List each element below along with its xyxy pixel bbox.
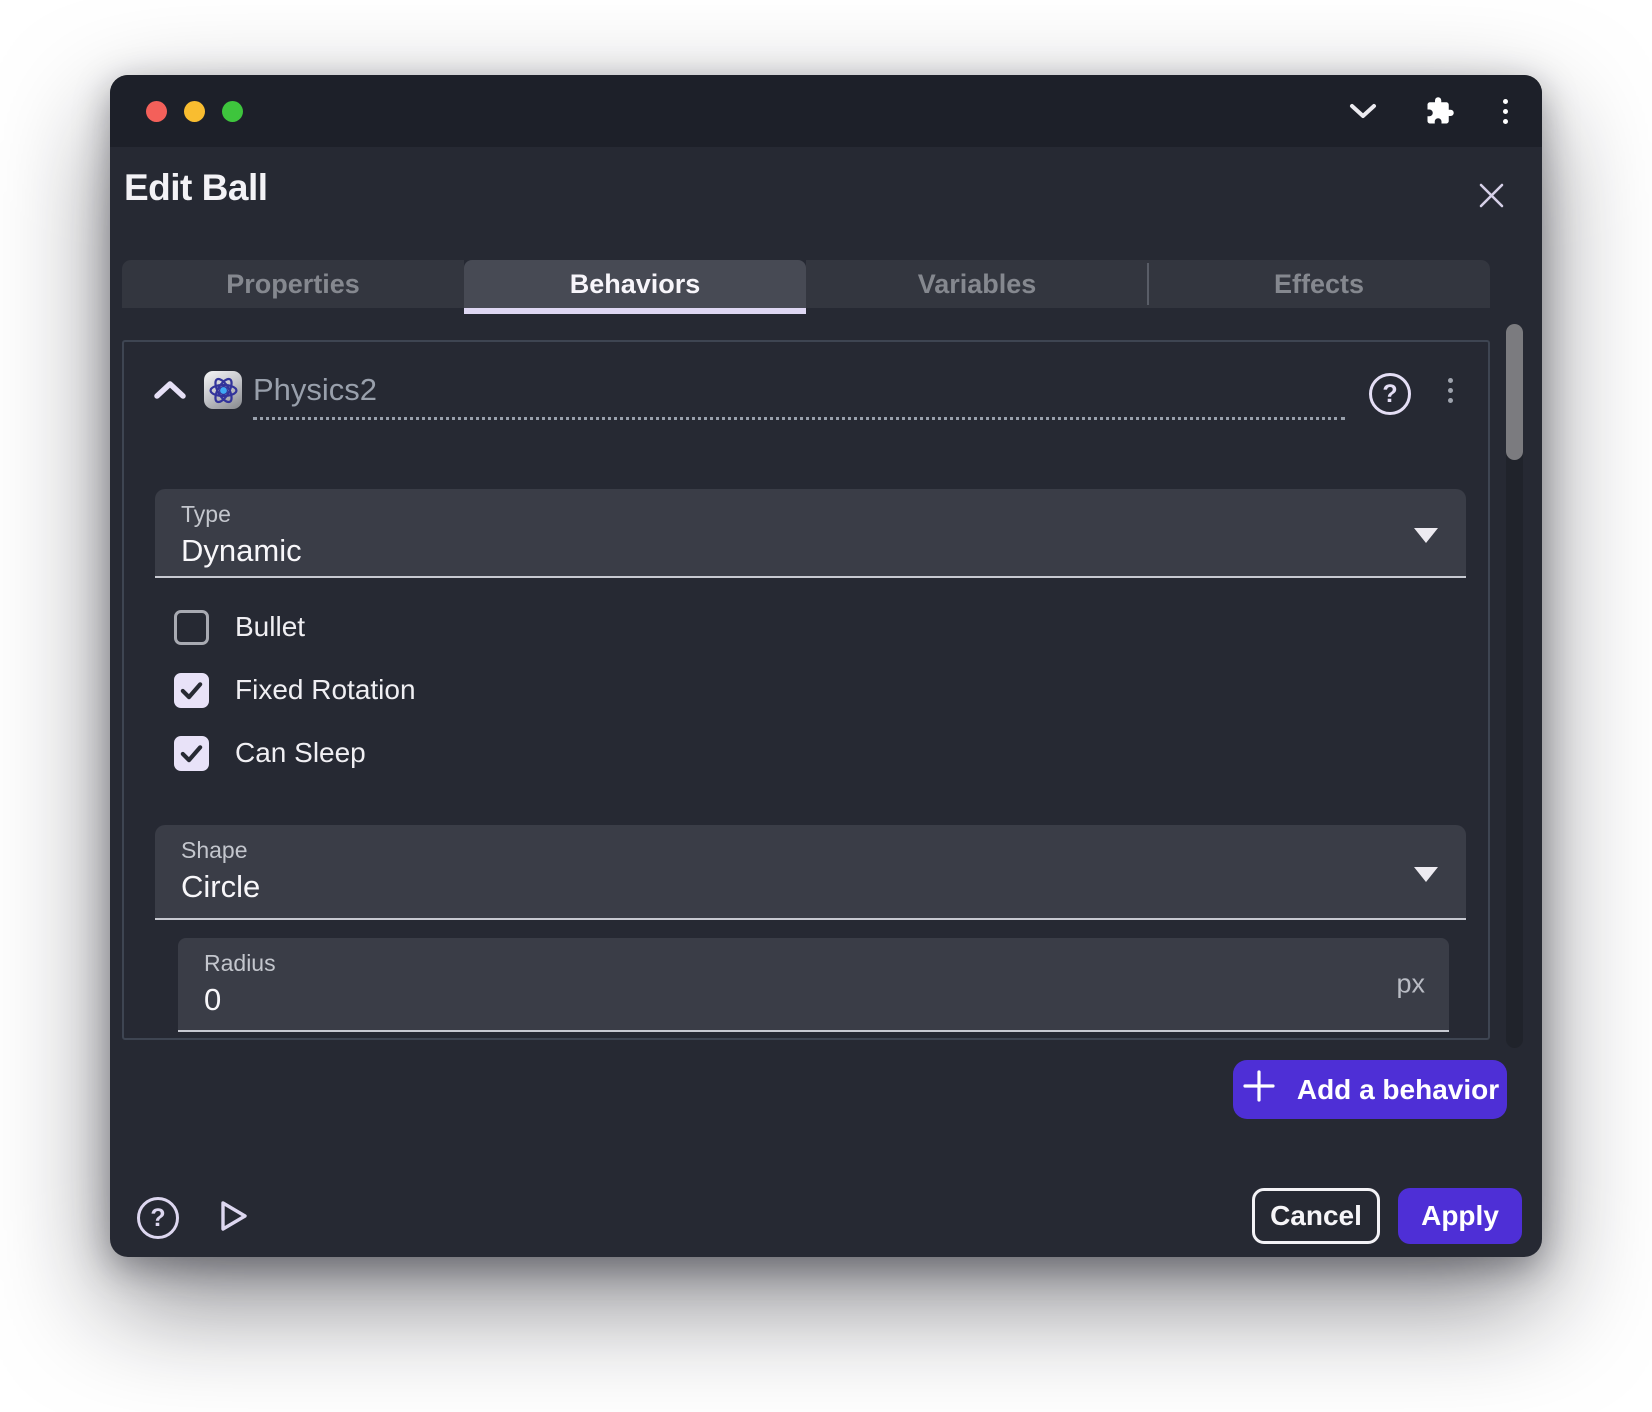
tab-properties[interactable]: Properties [122,260,464,308]
checkbox-label: Bullet [235,611,305,643]
tab-variables[interactable]: Variables [806,260,1148,308]
checkbox-icon [174,736,209,771]
titlebar-actions [1349,75,1508,147]
tab-bar: Properties Behaviors Variables Effects [122,260,1490,314]
apply-button[interactable]: Apply [1398,1188,1522,1244]
page: Edit Ball Properties Behaviors Variables… [0,0,1652,1412]
dropdown-caret-icon [1414,528,1438,543]
tab-effects[interactable]: Effects [1148,260,1490,308]
behavior-menu-button[interactable] [1448,378,1453,403]
plus-icon [1241,1068,1277,1111]
minimize-window-button[interactable] [184,101,205,122]
cancel-label: Cancel [1270,1200,1362,1232]
kebab-menu-icon[interactable] [1503,99,1508,124]
radius-value: 0 [204,982,1449,1018]
checkbox-label: Can Sleep [235,737,366,769]
behaviors-panel: Physics2 ? Type Dynamic Bullet Fixed [122,340,1490,1040]
checkbox-label: Fixed Rotation [235,674,416,706]
dialog-title: Edit Ball [124,167,268,209]
behavior-help-button[interactable]: ? [1369,373,1411,415]
shape-label: Shape [181,837,1466,864]
tab-label: Effects [1274,269,1364,300]
checkbox-bullet[interactable]: Bullet [174,607,305,647]
close-icon [1476,180,1507,216]
traffic-lights [146,101,243,122]
chevron-down-icon[interactable] [1349,103,1377,120]
dropdown-caret-icon [1414,867,1438,882]
scrollbar-track[interactable] [1506,324,1523,1048]
close-dialog-button[interactable] [1472,179,1510,217]
tab-behaviors[interactable]: Behaviors [464,260,806,308]
close-window-button[interactable] [146,101,167,122]
physics-atom-icon [204,371,242,409]
type-dropdown[interactable]: Type Dynamic [155,489,1466,578]
tab-label: Behaviors [570,269,701,300]
checkbox-icon [174,610,209,645]
help-button[interactable]: ? [137,1197,179,1239]
cancel-button[interactable]: Cancel [1252,1188,1380,1244]
collapse-behavior-button[interactable] [150,376,190,408]
preview-button[interactable] [210,1197,252,1239]
checkbox-icon [174,673,209,708]
type-label: Type [181,501,1466,528]
extensions-icon[interactable] [1425,96,1455,126]
question-icon: ? [1382,380,1397,409]
play-icon [211,1196,251,1241]
tab-label: Variables [918,269,1037,300]
tab-label: Properties [226,269,360,300]
add-behavior-button[interactable]: Add a behavior [1233,1060,1507,1119]
radius-label: Radius [204,950,1449,977]
apply-label: Apply [1421,1200,1499,1232]
scrollbar-thumb[interactable] [1506,324,1523,460]
type-value: Dynamic [181,533,1466,569]
shape-dropdown[interactable]: Shape Circle [155,825,1466,920]
radius-input[interactable]: Radius 0 px [178,938,1449,1032]
checkbox-can-sleep[interactable]: Can Sleep [174,733,366,773]
shape-value: Circle [181,869,1466,905]
zoom-window-button[interactable] [222,101,243,122]
chevron-up-icon [152,378,188,407]
question-icon: ? [150,1204,165,1233]
titlebar [110,75,1542,147]
radius-unit: px [1396,969,1425,1000]
checkbox-fixed-rotation[interactable]: Fixed Rotation [174,670,416,710]
edit-ball-dialog-window: Edit Ball Properties Behaviors Variables… [110,75,1542,1257]
behavior-name-field[interactable]: Physics2 [253,372,1345,420]
add-behavior-label: Add a behavior [1297,1074,1499,1106]
